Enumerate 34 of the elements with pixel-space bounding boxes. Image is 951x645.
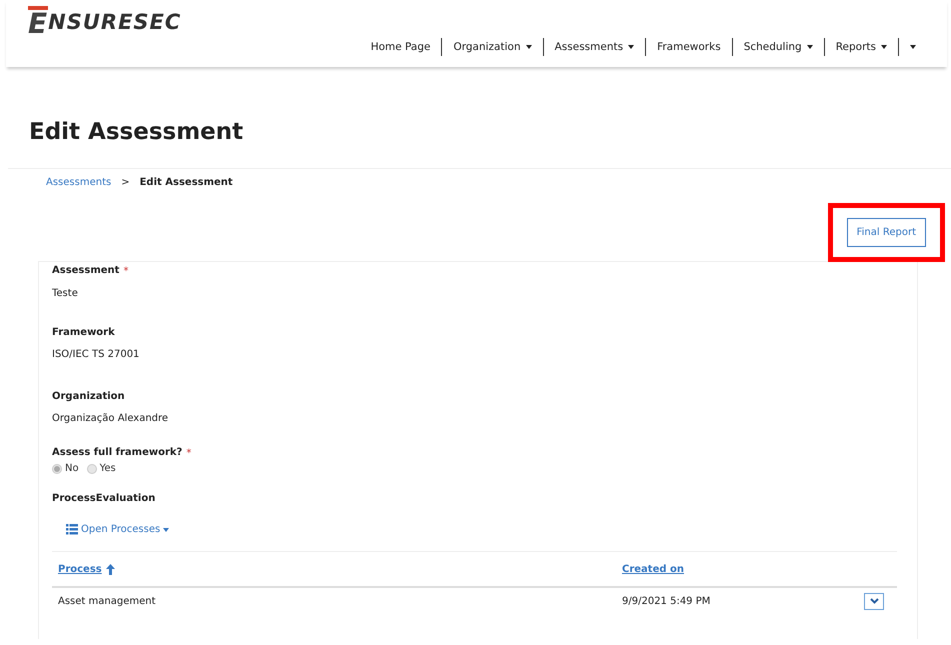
page-title: Edit Assessment xyxy=(29,118,244,147)
field-value: ISO/IEC TS 27001 xyxy=(52,348,140,362)
nav-link[interactable]: Home Page xyxy=(360,38,442,56)
field-label: Framework xyxy=(52,326,115,340)
required-mark: * xyxy=(186,447,192,461)
radio-label: Yes xyxy=(100,462,116,476)
field-label: Assessment xyxy=(52,264,120,278)
logo-letter: E xyxy=(28,6,48,38)
field-value: Organização Alexandre xyxy=(52,412,170,426)
column-header[interactable]: Created on xyxy=(622,562,684,576)
radio-label: No xyxy=(65,462,79,476)
logo-text: NSURESEC xyxy=(48,8,182,36)
list-icon xyxy=(66,524,78,535)
nav-link[interactable]: Assessments xyxy=(544,38,646,56)
field-label: Organization xyxy=(52,390,125,404)
field-label: Assess full framework? xyxy=(52,446,182,460)
nav-link[interactable]: Organization xyxy=(442,38,544,56)
table-cell-text: 9/9/2021 5:49 PM xyxy=(622,594,710,608)
nav-link[interactable]: Frameworks xyxy=(646,38,733,56)
breadcrumb-current: Edit Assessment xyxy=(140,176,233,190)
chevron-down-icon xyxy=(870,598,878,604)
caret-icon xyxy=(163,528,170,532)
field-value: Teste xyxy=(52,287,79,301)
required-mark: * xyxy=(123,265,128,279)
nav-link[interactable]: Reports xyxy=(824,38,899,56)
nav-link[interactable]: Scheduling xyxy=(732,38,825,56)
table-cell-text: Asset management xyxy=(57,594,156,608)
expand-button[interactable] xyxy=(864,592,884,610)
open-processes-button[interactable]: Open Processes xyxy=(66,522,170,537)
column-header[interactable]: Process xyxy=(52,562,622,576)
final-report-button[interactable]: Final Report xyxy=(846,218,926,247)
field-label: ProcessEvaluation xyxy=(52,492,156,506)
breadcrumb-link[interactable]: Assessments xyxy=(46,175,112,190)
breadcrumb-separator: > xyxy=(121,176,130,190)
